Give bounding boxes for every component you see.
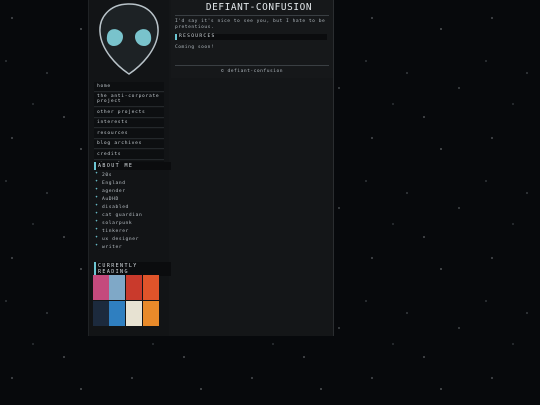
intro-text: I'd say it's nice to see you, but I hate… bbox=[175, 19, 326, 30]
star-bullet-icon: ✦ bbox=[95, 202, 99, 208]
book-cover[interactable] bbox=[109, 275, 125, 300]
nav-item-resources[interactable]: resources bbox=[94, 129, 164, 139]
book-cover[interactable] bbox=[143, 301, 159, 326]
list-item: ✦ England bbox=[95, 178, 126, 187]
book-cover[interactable] bbox=[93, 301, 109, 326]
nav-item-credits[interactable]: credits bbox=[94, 150, 164, 160]
nav-item-other-projects[interactable]: other projects bbox=[94, 108, 164, 118]
nav-item-blog-archives[interactable]: blog archives bbox=[94, 139, 164, 149]
nav-item-home[interactable]: home bbox=[94, 82, 164, 92]
star-bullet-icon: ✦ bbox=[95, 226, 99, 232]
main-nav: home the anti-corporate project other pr… bbox=[94, 82, 164, 171]
currently-reading-heading: CURRENTLY READING bbox=[94, 262, 171, 276]
currently-reading-covers bbox=[93, 275, 159, 326]
star-bullet-icon: ✦ bbox=[95, 218, 99, 224]
book-cover[interactable] bbox=[126, 275, 142, 300]
list-item: ✦ agender bbox=[95, 186, 126, 195]
page-frame: home the anti-corporate project other pr… bbox=[88, 0, 334, 336]
book-cover[interactable] bbox=[109, 301, 125, 326]
list-item: ✦ AuDHD bbox=[95, 194, 119, 203]
sidebar: home the anti-corporate project other pr… bbox=[89, 0, 171, 336]
star-bullet-icon: ✦ bbox=[95, 178, 99, 184]
star-bullet-icon: ✦ bbox=[95, 186, 99, 192]
resources-text: Coming soon! bbox=[175, 45, 215, 50]
list-item: ✦ disabled bbox=[95, 202, 129, 211]
list-item: ✦ ux designer bbox=[95, 234, 140, 243]
list-item: ✦ writer bbox=[95, 242, 123, 251]
alien-head-icon[interactable] bbox=[95, 2, 163, 76]
list-item: ✦ 20s bbox=[95, 170, 113, 179]
star-bullet-icon: ✦ bbox=[95, 210, 99, 216]
list-item: ✦ solarpunk bbox=[95, 218, 133, 227]
star-bullet-icon: ✦ bbox=[95, 170, 99, 176]
nav-item-interests[interactable]: interests bbox=[94, 118, 164, 128]
about-me-heading: ABOUT ME bbox=[94, 162, 171, 170]
star-bullet-icon: ✦ bbox=[95, 234, 99, 240]
title-divider bbox=[175, 15, 329, 16]
star-bullet-icon: ✦ bbox=[95, 194, 99, 200]
about-me-list: ✦ 20s ✦ England ✦ agender ✦ AuDHD ✦ disabled … bbox=[94, 170, 164, 252]
book-cover[interactable] bbox=[143, 275, 159, 300]
list-item: ✦ cat guardian bbox=[95, 210, 143, 219]
book-cover[interactable] bbox=[126, 301, 142, 326]
footer-divider bbox=[175, 65, 329, 66]
resources-heading: RESOURCES bbox=[175, 34, 327, 40]
footer-text: © defiant-confusion bbox=[220, 69, 284, 74]
nav-item-anti-corporate-project[interactable]: the anti-corporate project bbox=[94, 92, 164, 107]
book-cover[interactable] bbox=[93, 275, 109, 300]
list-item: ✦ tinkerer bbox=[95, 226, 129, 235]
main-content: DEFIANT-CONFUSION I'd say it's nice to s… bbox=[171, 0, 333, 78]
page-title: DEFIANT-CONFUSION bbox=[205, 2, 313, 13]
star-bullet-icon: ✦ bbox=[95, 242, 99, 248]
